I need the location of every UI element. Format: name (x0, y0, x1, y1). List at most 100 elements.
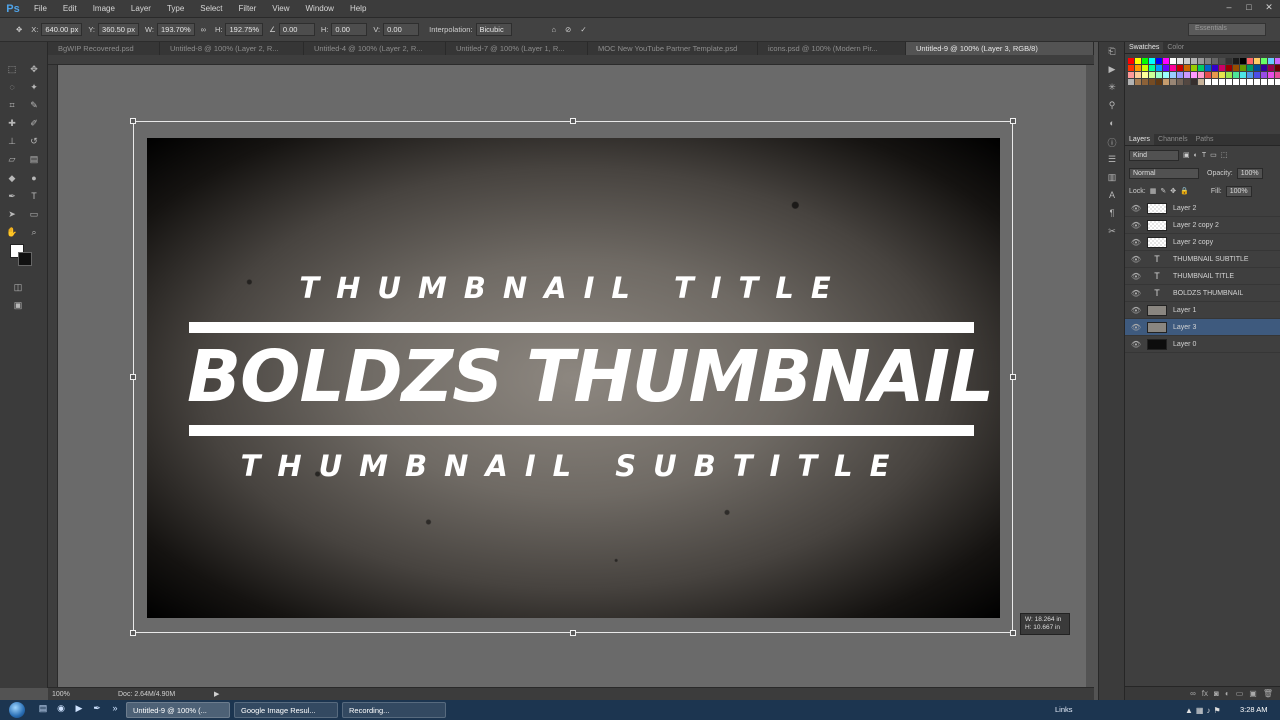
horizontal-ruler[interactable] (48, 55, 1094, 65)
layer-row[interactable]: 👁 T BOLDZS THUMBNAIL (1125, 285, 1280, 302)
zoom-level[interactable]: 100% (48, 691, 118, 698)
adjustment-layer-icon[interactable]: ◐ (1225, 689, 1230, 698)
menu-window[interactable]: Window (298, 0, 342, 18)
color-swatch[interactable] (1261, 72, 1267, 78)
canvas-area[interactable]: THUMBNAIL TITLE BOLDZS THUMBNAIL THUMBNA… (58, 65, 1086, 687)
color-swatch[interactable] (1156, 58, 1162, 64)
crop-tool-icon[interactable]: ⌗ (4, 98, 20, 114)
visibility-eye-icon[interactable]: 👁 (1129, 306, 1143, 315)
y-field[interactable]: 360.50 px (98, 23, 139, 36)
color-swatch[interactable] (1163, 72, 1169, 78)
links-toolbar[interactable]: Links (1055, 700, 1073, 720)
menu-type[interactable]: Type (159, 0, 192, 18)
document-tab[interactable]: MOC New YouTube Partner Template.psd (588, 42, 758, 55)
height-field[interactable]: 192.75% (225, 23, 264, 36)
color-swatch[interactable] (1247, 65, 1253, 71)
filter-shape-icon[interactable]: ▭ (1210, 151, 1217, 159)
color-swatch[interactable] (1226, 58, 1232, 64)
color-swatch[interactable] (1261, 58, 1267, 64)
tab-paths[interactable]: Paths (1192, 134, 1218, 145)
color-swatch[interactable] (1205, 58, 1211, 64)
layer-row[interactable]: 👁 Layer 3 (1125, 319, 1280, 336)
color-swatch[interactable] (1142, 72, 1148, 78)
color-swatch[interactable] (1191, 72, 1197, 78)
lock-transparent-icon[interactable]: ▦ (1150, 187, 1157, 195)
transform-handle-br[interactable] (1010, 630, 1016, 636)
color-swatch[interactable] (1268, 65, 1274, 71)
tray-expand-icon[interactable]: ▲ (1185, 706, 1193, 715)
info-panel-icon[interactable]: ⓘ (1103, 136, 1121, 150)
cancel-transform-icon[interactable]: ⊘ (565, 25, 571, 34)
color-swatch[interactable] (1128, 79, 1134, 85)
brush-panel-icon[interactable]: ✳ (1103, 82, 1121, 96)
history-panel-icon[interactable]: ⎗ (1103, 46, 1121, 60)
visibility-eye-icon[interactable]: 👁 (1129, 255, 1143, 264)
properties-icon[interactable]: ☰ (1103, 154, 1121, 168)
magic-wand-icon[interactable]: ✦ (26, 80, 42, 96)
menu-help[interactable]: Help (342, 0, 374, 18)
character-icon[interactable]: A (1103, 190, 1121, 204)
color-swatch[interactable] (1198, 79, 1204, 85)
color-swatch[interactable] (1205, 65, 1211, 71)
color-swatch[interactable] (1275, 58, 1280, 64)
color-swatch[interactable] (1177, 79, 1183, 85)
color-swatch[interactable] (1212, 65, 1218, 71)
color-swatch[interactable] (1135, 58, 1141, 64)
healing-brush-icon[interactable]: ✚ (4, 116, 20, 132)
dodge-tool-icon[interactable]: ● (26, 170, 42, 186)
fx-icon[interactable]: fx (1202, 689, 1208, 698)
pen-app-icon[interactable]: ✒ (89, 703, 105, 717)
shape-tool-icon[interactable]: ▭ (26, 207, 42, 223)
color-swatch[interactable] (1142, 79, 1148, 85)
color-swatch[interactable] (1163, 58, 1169, 64)
color-swatch[interactable] (1135, 79, 1141, 85)
vskew-field[interactable]: 0.00 (383, 23, 420, 36)
width-field[interactable]: 193.70% (157, 23, 195, 36)
visibility-eye-icon[interactable]: 👁 (1129, 221, 1143, 230)
marquee-tool-icon[interactable]: ⬚ (4, 61, 20, 77)
blend-mode-select[interactable]: Normal (1129, 167, 1199, 179)
visibility-eye-icon[interactable]: 👁 (1129, 340, 1143, 349)
pen-tool-icon[interactable]: ✒ (4, 189, 20, 205)
color-swatch[interactable] (1261, 79, 1267, 85)
color-swatch[interactable] (1184, 65, 1190, 71)
color-swatch[interactable] (1233, 79, 1239, 85)
transform-handle-bc[interactable] (570, 630, 576, 636)
color-swatch[interactable] (1254, 58, 1260, 64)
color-swatch[interactable] (1219, 79, 1225, 85)
link-icon[interactable]: ∞ (201, 25, 206, 34)
color-swatch[interactable] (1177, 65, 1183, 71)
color-swatch[interactable] (1275, 79, 1280, 85)
blur-tool-icon[interactable]: ◆ (4, 170, 20, 186)
color-swatch[interactable] (1191, 65, 1197, 71)
color-swatch[interactable] (1240, 65, 1246, 71)
color-swatch[interactable] (1268, 79, 1274, 85)
adjustments-icon[interactable]: ◐ (1103, 118, 1121, 132)
lock-move-icon[interactable]: ✥ (1170, 187, 1176, 195)
color-swatch[interactable] (1149, 79, 1155, 85)
visibility-eye-icon[interactable]: 👁 (1129, 323, 1143, 332)
color-swatch[interactable] (1275, 65, 1280, 71)
color-swatch[interactable] (1240, 72, 1246, 78)
quicklaunch-more-icon[interactable]: » (107, 703, 123, 717)
gradient-tool-icon[interactable]: ▤ (26, 152, 42, 168)
transform-handle-tc[interactable] (570, 118, 576, 124)
color-swatch[interactable] (1212, 79, 1218, 85)
quick-mask-icon[interactable]: ◫ (10, 279, 26, 295)
chrome-icon[interactable]: ◉ (53, 703, 69, 717)
hskew-field[interactable]: 0.00 (331, 23, 368, 36)
filter-smart-icon[interactable]: ⬚ (1221, 151, 1228, 159)
color-swatch[interactable] (1212, 72, 1218, 78)
interpolation-select[interactable]: Bicubic (475, 23, 512, 36)
color-swatch[interactable] (1198, 72, 1204, 78)
hand-tool-icon[interactable]: ✋ (4, 225, 20, 241)
color-swatch[interactable] (1275, 72, 1280, 78)
color-swatch[interactable] (1247, 79, 1253, 85)
move-tool-icon[interactable]: ✥ (26, 61, 42, 77)
color-swatch[interactable] (1128, 58, 1134, 64)
lock-paint-icon[interactable]: ✎ (1160, 187, 1166, 195)
layer-row[interactable]: 👁 T THUMBNAIL TITLE (1125, 268, 1280, 285)
start-button[interactable] (0, 700, 34, 720)
color-swatch[interactable] (1142, 65, 1148, 71)
document-tab[interactable]: Untitled-8 @ 100% (Layer 2, R... (160, 42, 304, 55)
